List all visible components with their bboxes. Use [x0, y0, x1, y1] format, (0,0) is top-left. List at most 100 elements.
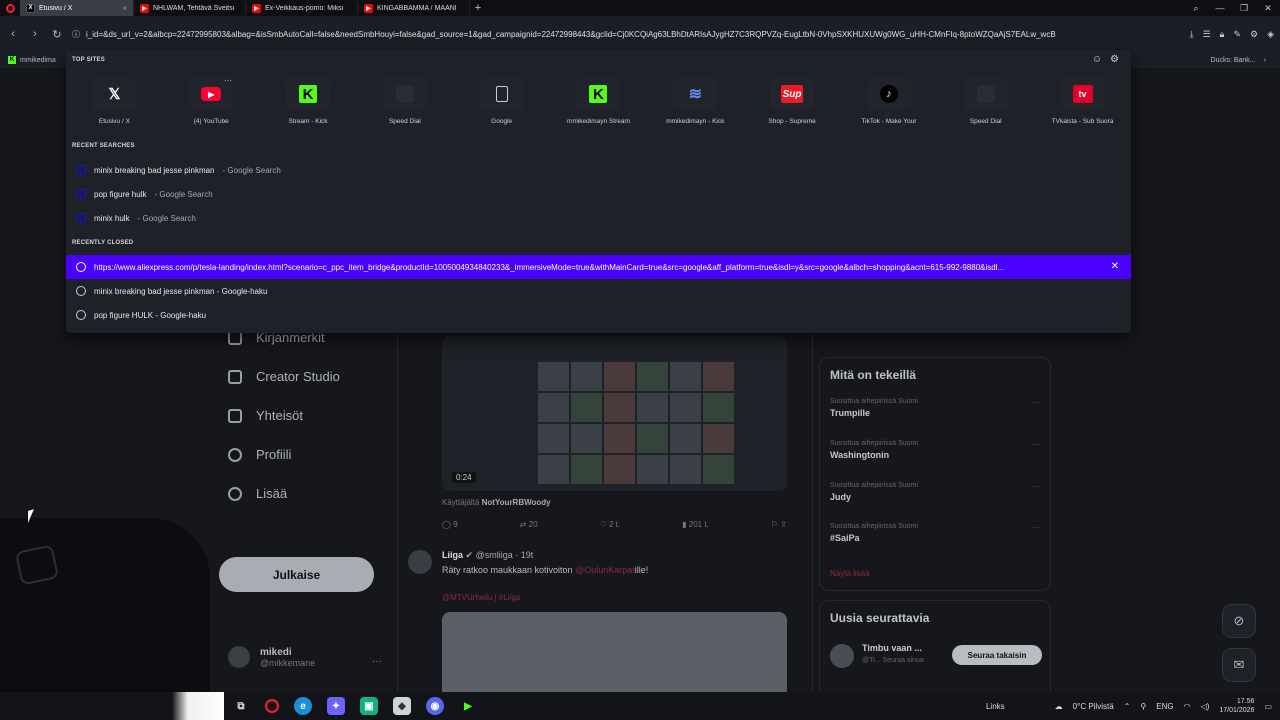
- volume-icon[interactable]: ◁): [1201, 702, 1210, 711]
- links-toolbar[interactable]: Links: [986, 702, 1005, 711]
- credit-user[interactable]: NotYourRBWoody: [482, 498, 551, 507]
- extension-icon[interactable]: ✎: [1233, 29, 1241, 40]
- like-button[interactable]: ♡ 2 t.: [600, 520, 621, 529]
- more-options-icon[interactable]: ···: [1032, 440, 1040, 449]
- top-site[interactable]: ≋ mmikedimayn - Kick: [647, 78, 744, 125]
- repost-button[interactable]: ⇄ 20: [520, 520, 538, 529]
- post-button[interactable]: Julkaise: [219, 557, 374, 592]
- top-site[interactable]: tv TVkaista - Sub Suora: [1034, 78, 1131, 125]
- more-options-icon[interactable]: ···: [372, 656, 382, 667]
- app-icon[interactable]: ▣: [360, 697, 378, 715]
- follow-back-button[interactable]: Seuraa takaisin: [952, 645, 1042, 665]
- video-player[interactable]: 0:24: [442, 336, 787, 491]
- menu-icon[interactable]: ☰: [1203, 29, 1211, 40]
- lang-indicator[interactable]: ENG: [1156, 702, 1173, 711]
- forward-button[interactable]: ›: [28, 28, 42, 40]
- chevron-up-icon[interactable]: ⌃: [1124, 702, 1131, 711]
- network-icon[interactable]: ⚲: [1140, 702, 1146, 711]
- copilot-icon[interactable]: ✦: [327, 697, 345, 715]
- top-site[interactable]: Speed Dial: [356, 78, 453, 125]
- search-tabs-icon[interactable]: ⌕: [1184, 3, 1208, 14]
- post-author[interactable]: Liiga: [442, 550, 463, 560]
- avatar[interactable]: [830, 644, 854, 668]
- recent-search-item[interactable]: minix breaking bad jesse pinkman - Googl…: [66, 158, 1131, 182]
- discord-icon[interactable]: ◉: [426, 697, 444, 715]
- recently-closed-item[interactable]: https://www.aliexpress.com/p/tesla-landi…: [66, 255, 1131, 279]
- clock[interactable]: 17.56 17/01/2026: [1219, 697, 1254, 715]
- more-options-icon[interactable]: ···: [1032, 523, 1040, 532]
- bookmark-item[interactable]: Ducks: Bank... ›: [1211, 52, 1266, 68]
- sidebar-item-communities[interactable]: Yhteisöt: [220, 396, 390, 435]
- reply-button[interactable]: ◯ 9: [442, 520, 458, 529]
- top-site[interactable]: 𝕏 Etusivu / X: [66, 78, 163, 125]
- top-site[interactable]: K mmikedimayn Stream: [550, 78, 647, 125]
- task-view-icon[interactable]: ⧉: [232, 697, 250, 715]
- trend-item[interactable]: Suosittua aihepiirissä Suomi Judy ···: [830, 482, 1040, 502]
- restore-button[interactable]: ❐: [1232, 3, 1256, 14]
- recent-search-item[interactable]: pop figure hulk - Google Search: [66, 182, 1131, 206]
- post-image[interactable]: [442, 612, 787, 692]
- youtube-icon: ▶: [364, 3, 373, 13]
- show-more-link[interactable]: Näytä lisää: [830, 569, 870, 578]
- chevron-right-icon[interactable]: ›: [1264, 57, 1266, 64]
- shield-icon[interactable]: ◆: [393, 697, 411, 715]
- tab-x-home[interactable]: X Etusivu / X ×: [20, 0, 134, 16]
- weather-text[interactable]: 0°C Pilvistä: [1073, 702, 1114, 711]
- avatar[interactable]: [408, 550, 432, 574]
- back-button[interactable]: ‹: [6, 28, 20, 40]
- top-site[interactable]: Speed Dial: [937, 78, 1034, 125]
- close-window-button[interactable]: ✕: [1256, 3, 1280, 14]
- trend-item[interactable]: Suosittua aihepiirissä Suomi Trumpille ·…: [830, 398, 1040, 418]
- follow-name[interactable]: Timbu vaan ...: [862, 643, 922, 653]
- more-options-icon[interactable]: ···: [1032, 398, 1040, 407]
- notification-icon[interactable]: ▭: [1264, 702, 1272, 711]
- wifi-icon[interactable]: ◠: [1184, 702, 1191, 711]
- site-label: Speed Dial: [969, 118, 1002, 125]
- ai-icon[interactable]: ◈: [1267, 29, 1274, 40]
- account-switcher[interactable]: mikedi @mikkemane: [228, 646, 315, 668]
- kick-icon[interactable]: ▶: [459, 697, 477, 715]
- top-site[interactable]: ▶ ··· (4) YouTube: [163, 76, 260, 125]
- settings-icon[interactable]: ⚙: [1250, 29, 1258, 40]
- opera-logo-icon[interactable]: [0, 0, 20, 16]
- trend-item[interactable]: Suosittua aihepiirissä Suomi #SaiPa ···: [830, 523, 1040, 543]
- more-options-icon[interactable]: ···: [224, 76, 232, 85]
- opera-icon[interactable]: [265, 699, 279, 713]
- recent-search-item[interactable]: minix hulk - Google Search: [66, 206, 1131, 230]
- recently-closed-item[interactable]: minix breaking bad jesse pinkman - Googl…: [66, 279, 1131, 303]
- wallet-icon[interactable]: 🔒︎: [1220, 29, 1225, 40]
- close-icon[interactable]: ✕: [1111, 261, 1119, 272]
- more-options-icon[interactable]: ···: [1032, 482, 1040, 491]
- trend-context: Suosittua aihepiirissä Suomi: [830, 440, 918, 447]
- gear-icon[interactable]: ⚙: [1110, 54, 1119, 65]
- top-site[interactable]: ♪ TikTok - Make Your: [841, 78, 938, 125]
- edge-icon[interactable]: e: [294, 697, 312, 715]
- sidebar-item-more[interactable]: Lisää: [220, 474, 390, 513]
- grok-button[interactable]: ⊘: [1222, 604, 1256, 638]
- url-field[interactable]: ⓘ i_id=&ds_url_v=2&albcp=22472995803&alb…: [72, 23, 1182, 45]
- views-button[interactable]: ▮ 201 t.: [682, 520, 709, 529]
- search-source: - Google Search: [154, 189, 213, 199]
- trend-item[interactable]: Suosittua aihepiirissä Suomi Washingtoni…: [830, 440, 1040, 460]
- emoji-icon[interactable]: ☺: [1092, 54, 1102, 65]
- sidebar-item-profile[interactable]: Profiili: [220, 435, 390, 474]
- post-tags[interactable]: @MTVUrheilu | #Liiga: [442, 593, 520, 602]
- close-icon[interactable]: ×: [122, 4, 127, 13]
- reload-button[interactable]: ↻: [50, 28, 64, 41]
- top-site[interactable]: K Stream - Kick: [260, 78, 357, 125]
- minimize-button[interactable]: —: [1208, 3, 1232, 13]
- tab-youtube-3[interactable]: ▶ KINGABBAMMA / MAANI: [358, 0, 470, 16]
- new-tab-button[interactable]: +: [470, 2, 486, 14]
- bookmark-item[interactable]: K mmikedima: [0, 56, 66, 64]
- top-site[interactable]: Sup Shop - Supreme: [744, 78, 841, 125]
- sidebar-item-creator-studio[interactable]: Creator Studio: [220, 357, 390, 396]
- mention-link[interactable]: @OulunKarpat: [575, 565, 635, 575]
- site-info-icon[interactable]: ⓘ: [72, 29, 80, 40]
- recently-closed-item[interactable]: pop figure HULK - Google-haku: [66, 303, 1131, 327]
- bookmark-icon[interactable]: ⚐ ⇪: [771, 520, 787, 529]
- messages-button[interactable]: ✉: [1222, 648, 1256, 682]
- tab-youtube-1[interactable]: ▶ NHLWAM, Tehtävä Sveitsi: [134, 0, 246, 16]
- download-icon[interactable]: ⤓: [1190, 29, 1194, 40]
- tab-youtube-2[interactable]: ▶ Ex-Veikkaus-pomo: Miksi: [246, 0, 358, 16]
- top-site[interactable]: Google: [453, 78, 550, 125]
